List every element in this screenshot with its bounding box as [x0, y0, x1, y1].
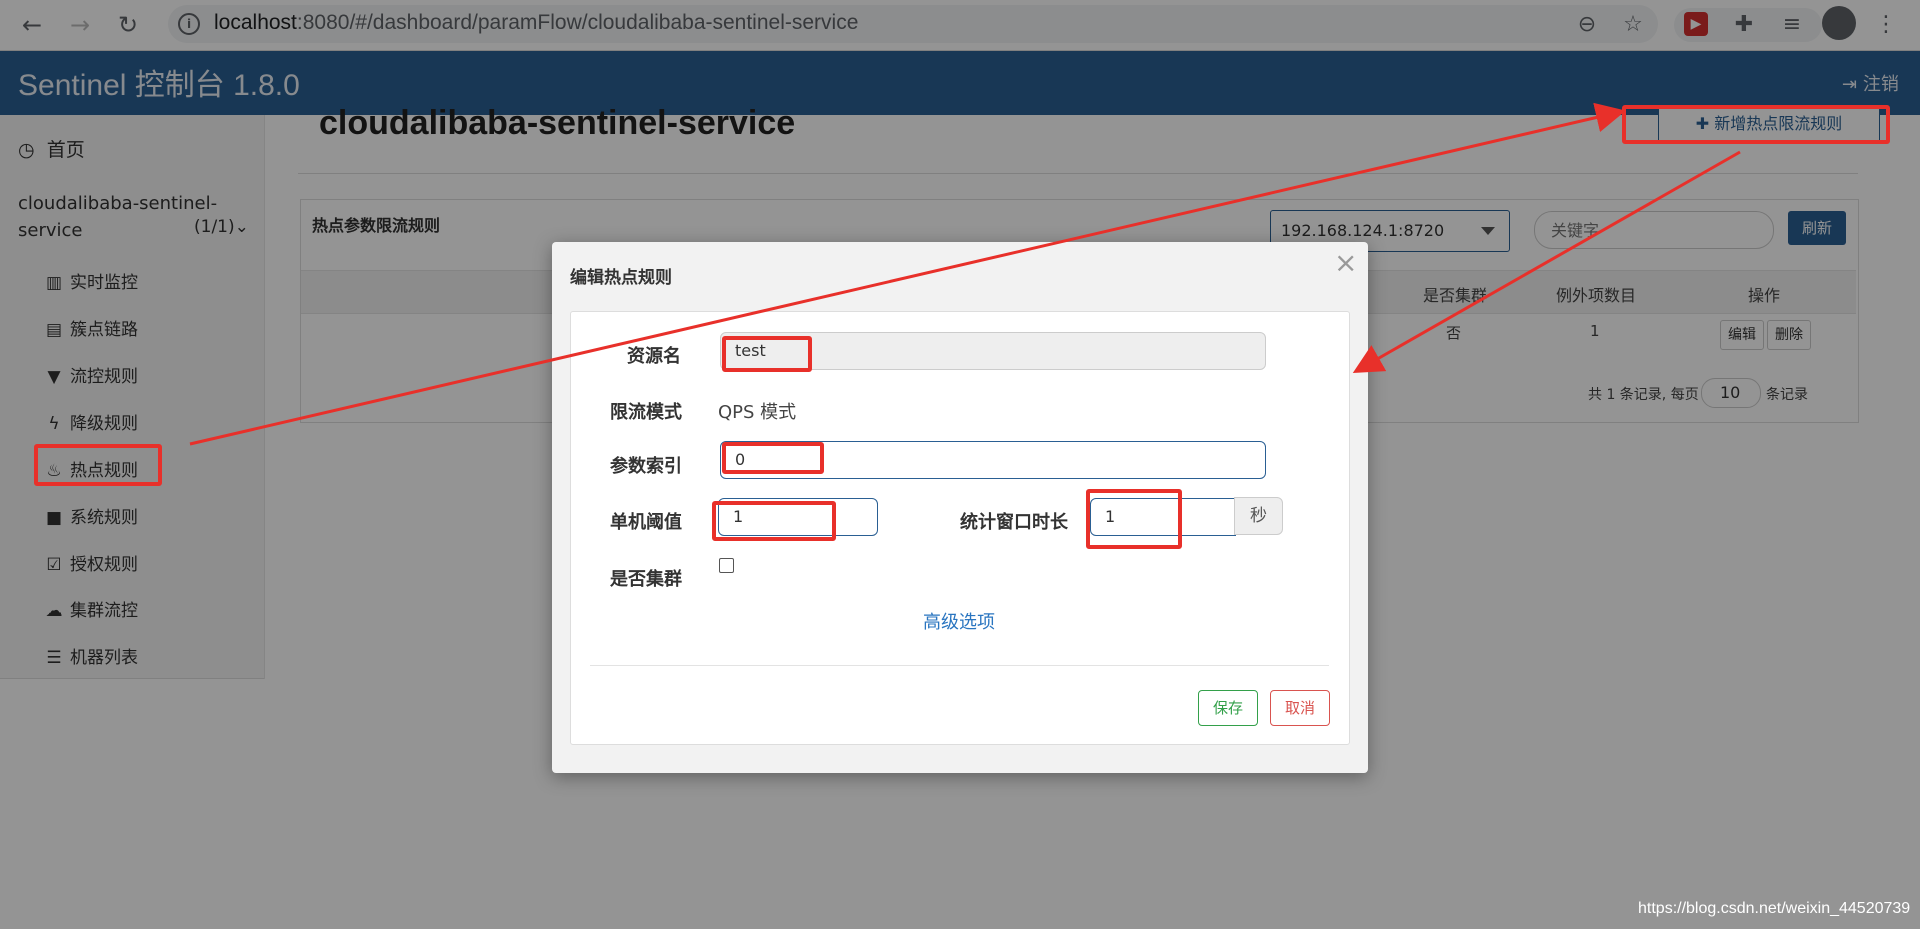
- annotation-arrows: [189, 102, 1741, 446]
- arrow-add-to-dialog: [1352, 150, 1741, 373]
- watermark-text: https://blog.csdn.net/weixin_44520739: [1638, 900, 1911, 917]
- arrow-sidebar-to-add: [189, 102, 1626, 446]
